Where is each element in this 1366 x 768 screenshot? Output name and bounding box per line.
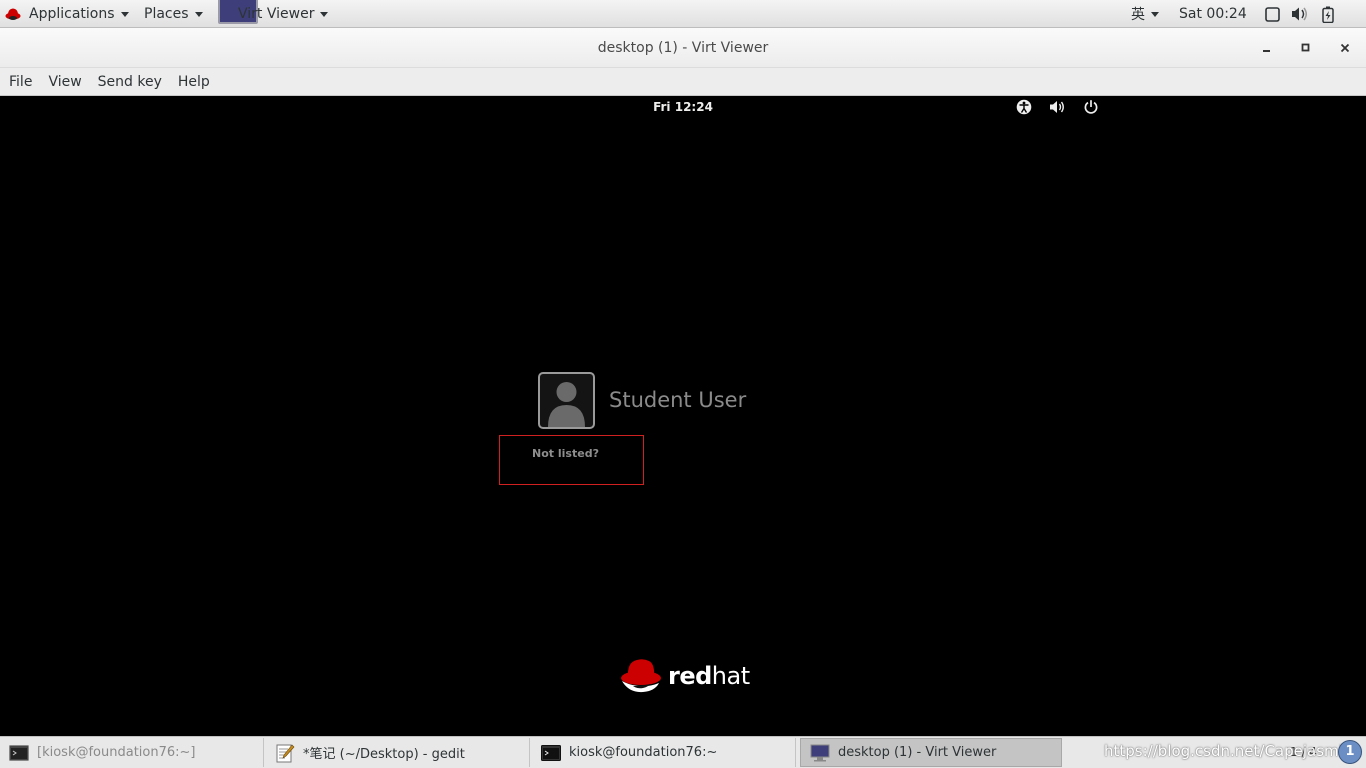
not-listed-button[interactable]: Not listed?: [499, 435, 644, 485]
input-method-menu[interactable]: 英: [1131, 0, 1159, 28]
panel-clock-label: Sat 00:24: [1179, 6, 1247, 22]
brand-hat: hat: [711, 662, 750, 690]
applications-label: Applications: [29, 6, 115, 22]
redhat-icon: [5, 8, 21, 20]
task-terminal[interactable]: kiosk@foundation76:~: [532, 738, 796, 767]
panel-clock[interactable]: Sat 00:24: [1179, 0, 1247, 28]
task-label: [kiosk@foundation76:~]: [37, 745, 196, 760]
terminal-icon: [9, 744, 29, 761]
avatar[interactable]: [538, 372, 595, 429]
redhat-wordmark: redhat: [668, 662, 750, 690]
taskbar: [kiosk@foundation76:~] *笔记 (~/Desktop) -…: [0, 736, 1366, 768]
close-button[interactable]: [1333, 36, 1357, 60]
task-terminal-minimized[interactable]: [kiosk@foundation76:~]: [0, 738, 264, 767]
battery-icon[interactable]: [1322, 0, 1334, 28]
window-title: desktop (1) - Virt Viewer: [597, 40, 769, 56]
active-app-menu[interactable]: Virt Viewer: [238, 0, 329, 28]
minimize-icon: [1263, 50, 1270, 52]
menu-send-key[interactable]: Send key: [98, 74, 162, 90]
not-listed-label: Not listed?: [532, 447, 599, 460]
watermark: https://blog.csdn.net/Capejasmine: [1104, 742, 1362, 760]
window-icon[interactable]: [1265, 0, 1280, 28]
task-virt-viewer[interactable]: desktop (1) - Virt Viewer: [800, 738, 1062, 767]
places-menu[interactable]: Places: [144, 0, 203, 28]
task-gedit[interactable]: *笔记 (~/Desktop) - gedit: [266, 738, 530, 767]
task-label: desktop (1) - Virt Viewer: [838, 745, 997, 760]
guest-display[interactable]: Fri 12:24 Student User Not listed? redha…: [0, 96, 1366, 736]
terminal-icon: [541, 744, 561, 761]
user-name[interactable]: Student User: [609, 388, 746, 412]
menu-view[interactable]: View: [48, 74, 81, 90]
menu-bar: File View Send key Help: [0, 68, 1366, 96]
text-editor-icon: [276, 744, 295, 762]
notification-icon[interactable]: 1: [1338, 740, 1362, 764]
task-label: *笔记 (~/Desktop) - gedit: [303, 747, 465, 762]
top-panel: Applications Places Virt Viewer 英 Sat 00…: [0, 0, 1366, 28]
active-app-label: Virt Viewer: [238, 6, 315, 22]
maximize-icon: [1301, 43, 1310, 52]
maximize-button[interactable]: [1294, 36, 1318, 60]
chevron-down-icon: [194, 11, 203, 17]
menu-file[interactable]: File: [9, 74, 32, 90]
virt-viewer-icon: [810, 744, 830, 761]
window-title-bar[interactable]: desktop (1) - Virt Viewer: [0, 28, 1366, 68]
user-icon: [548, 382, 585, 427]
redhat-logo: [621, 659, 661, 693]
guest-clock[interactable]: Fri 12:24: [0, 100, 1366, 114]
applications-menu[interactable]: Applications: [5, 0, 129, 28]
menu-help[interactable]: Help: [178, 74, 210, 90]
power-icon[interactable]: [1083, 99, 1099, 115]
chevron-down-icon: [1151, 11, 1159, 17]
input-method-label: 英: [1131, 7, 1145, 23]
chevron-down-icon: [120, 11, 129, 17]
volume-icon[interactable]: [1291, 0, 1309, 28]
minimize-button[interactable]: [1255, 36, 1279, 60]
accessibility-icon[interactable]: [1016, 99, 1032, 115]
volume-icon[interactable]: [1049, 99, 1065, 115]
brand-red: red: [668, 662, 712, 690]
task-label: kiosk@foundation76:~: [569, 745, 718, 760]
chevron-down-icon: [320, 11, 329, 17]
close-icon: [1340, 43, 1350, 53]
places-label: Places: [144, 6, 189, 22]
